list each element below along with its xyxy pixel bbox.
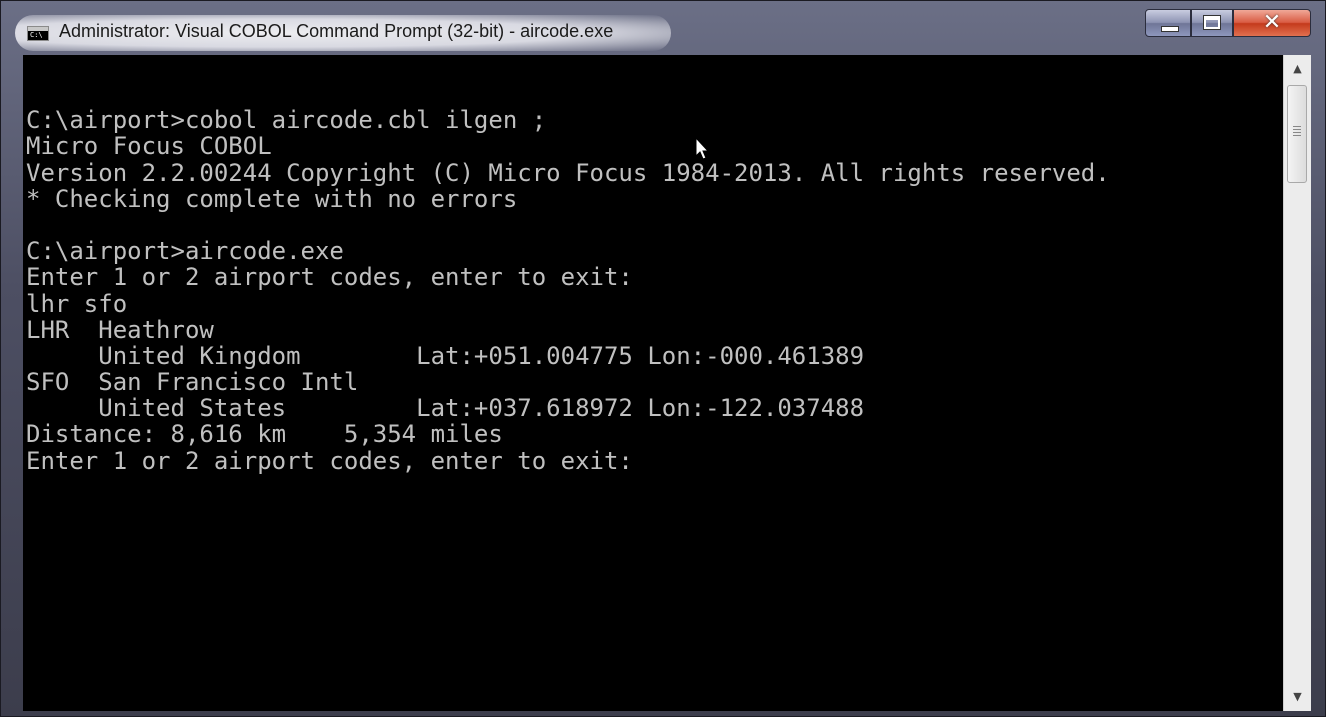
minimize-button[interactable] (1145, 9, 1191, 37)
console-line: Micro Focus COBOL (26, 132, 272, 161)
window-controls: ✕ (1145, 9, 1311, 39)
console-line: * Checking complete with no errors (26, 184, 518, 213)
maximize-button[interactable] (1191, 9, 1233, 37)
vertical-scrollbar[interactable]: ▲ ▼ (1283, 55, 1311, 711)
console-line: C:\airport>cobol aircode.cbl ilgen ; (26, 106, 547, 135)
console-line: C:\airport>aircode.exe (26, 237, 344, 266)
close-button[interactable]: ✕ (1233, 9, 1311, 37)
maximize-icon (1203, 15, 1221, 30)
console-line: United States Lat:+037.618972 Lon:-122.0… (26, 394, 865, 423)
console-line: lhr sfo (26, 289, 128, 318)
console-output-area[interactable]: C:\airport>cobol aircode.cbl ilgen ; Micr… (23, 55, 1283, 711)
console-line: Enter 1 or 2 airport codes, enter to exi… (26, 446, 633, 475)
console-line: Enter 1 or 2 airport codes, enter to exi… (26, 263, 633, 292)
console-line: LHR Heathrow (26, 315, 214, 344)
console-output: C:\airport>cobol aircode.cbl ilgen ; Micr… (26, 81, 1110, 474)
scrollbar-grip-icon (1293, 126, 1301, 138)
console-line: United Kingdom Lat:+051.004775 Lon:-000.… (26, 341, 865, 370)
console-window: C:\ Administrator: Visual COBOL Command … (0, 0, 1326, 717)
scrollbar-thumb[interactable] (1287, 85, 1307, 183)
icon-text: C:\ (30, 31, 43, 39)
cmd-icon[interactable]: C:\ (27, 26, 49, 41)
window-title: Administrator: Visual COBOL Command Prom… (59, 21, 614, 41)
title-bar[interactable]: C:\ Administrator: Visual COBOL Command … (1, 1, 1326, 55)
console-line: SFO San Francisco Intl (26, 368, 359, 397)
scroll-down-arrow-icon[interactable]: ▼ (1284, 685, 1311, 709)
console-line: Distance: 8,616 km 5,354 miles (26, 420, 503, 449)
close-icon: ✕ (1262, 10, 1282, 35)
minimize-icon (1161, 26, 1179, 32)
console-line: Version 2.2.00244 Copyright (C) Micro Fo… (26, 158, 1110, 187)
scroll-up-arrow-icon[interactable]: ▲ (1284, 57, 1311, 81)
